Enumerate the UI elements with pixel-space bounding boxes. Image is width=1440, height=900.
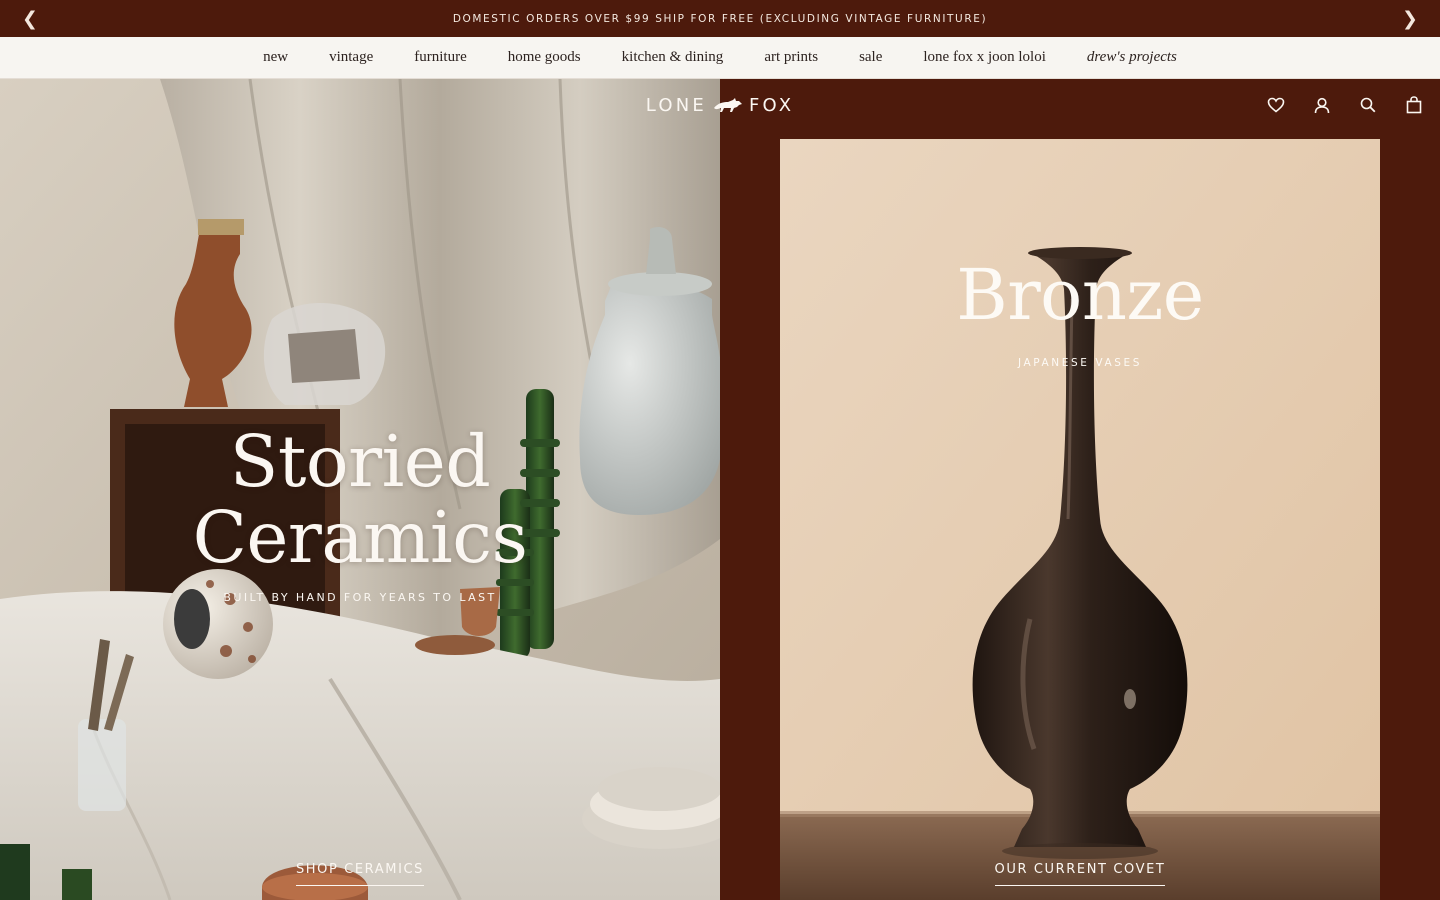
header-icons xyxy=(1264,93,1426,117)
nav-item-vintage[interactable]: vintage xyxy=(329,49,373,66)
our-current-covet-button[interactable]: OUR CURRENT COVET xyxy=(994,862,1166,886)
shop-ceramics-cta-wrap: SHOP CERAMICS xyxy=(0,860,720,886)
ceramics-title-line-2: Ceramics xyxy=(192,496,528,579)
nav-item-sale[interactable]: sale xyxy=(859,49,882,66)
chevron-right-icon[interactable]: ❯ xyxy=(1390,0,1430,37)
current-covet-cta-wrap: OUR CURRENT COVET xyxy=(780,860,1380,886)
bag-icon[interactable] xyxy=(1402,93,1426,117)
ceramics-title-line-1: Storied xyxy=(229,420,491,503)
account-icon[interactable] xyxy=(1310,93,1334,117)
announcement-bar: ❮ DOMESTIC ORDERS OVER $99 SHIP FOR FREE… xyxy=(0,0,1440,37)
logo-word-fox: FOX xyxy=(748,94,795,116)
heart-icon[interactable] xyxy=(1264,93,1288,117)
shop-ceramics-button[interactable]: SHOP CERAMICS xyxy=(295,862,425,886)
hero-bronze-panel[interactable]: Bronze JAPANESE VASES OUR CURRENT COVET xyxy=(720,79,1440,900)
ceramics-subtitle: BUILT BY HAND FOR YEARS TO LAST xyxy=(223,591,497,604)
nav-item-lone-fox-x-joon-loloi[interactable]: lone fox x joon loloi xyxy=(923,49,1046,66)
nav-item-new[interactable]: new xyxy=(263,49,288,66)
chevron-left-icon[interactable]: ❮ xyxy=(10,0,50,37)
hero-ceramics-panel[interactable]: Storied Ceramics BUILT BY HAND FOR YEARS… xyxy=(0,79,720,900)
bronze-subtitle: JAPANESE VASES xyxy=(1017,357,1143,369)
bronze-title: Bronze xyxy=(956,254,1204,336)
announcement-text: DOMESTIC ORDERS OVER $99 SHIP FOR FREE (… xyxy=(452,12,988,25)
nav-item-kitchen-dining[interactable]: kitchen & dining xyxy=(622,49,724,66)
ceramics-hero-copy: Storied Ceramics BUILT BY HAND FOR YEARS… xyxy=(0,424,720,605)
fox-icon xyxy=(713,98,742,112)
lone-fox-logo[interactable]: LONE FOX xyxy=(620,92,820,118)
search-icon[interactable] xyxy=(1356,93,1380,117)
category-nav: new vintage furniture home goods kitchen… xyxy=(0,37,1440,79)
nav-item-drews-projects[interactable]: drew's projects xyxy=(1087,49,1177,66)
nav-item-furniture[interactable]: furniture xyxy=(414,49,466,66)
nav-item-art-prints[interactable]: art prints xyxy=(764,49,818,66)
nav-item-home-goods[interactable]: home goods xyxy=(508,49,581,66)
bronze-vase-card[interactable]: Bronze JAPANESE VASES OUR CURRENT COVET xyxy=(780,139,1380,900)
logo-word-lone: LONE xyxy=(645,94,707,116)
ceramics-title: Storied Ceramics xyxy=(0,424,720,576)
